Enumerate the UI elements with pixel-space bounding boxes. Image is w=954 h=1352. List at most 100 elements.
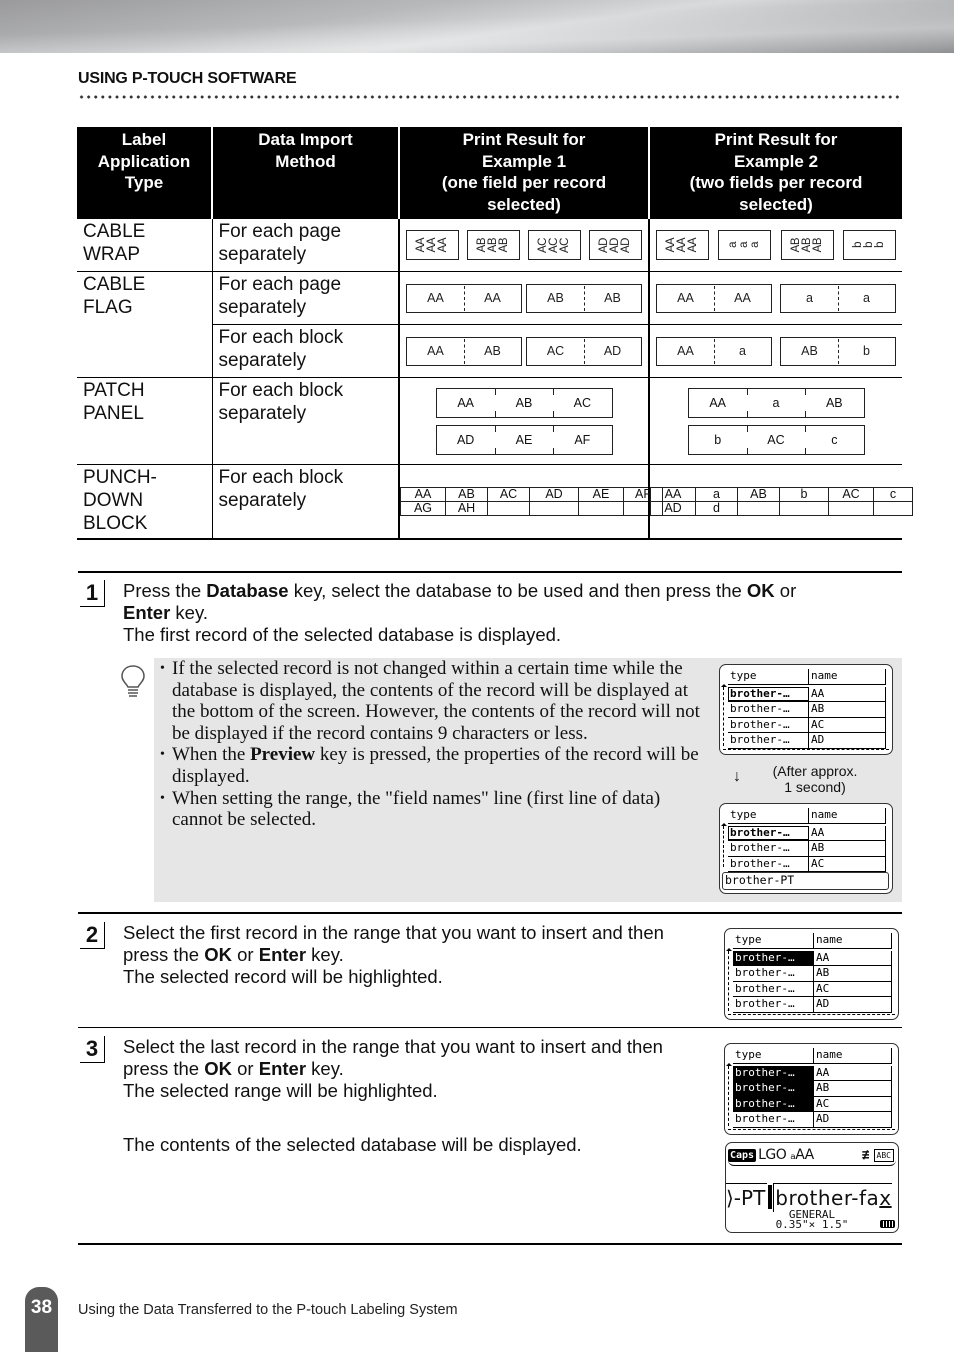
name-cell: AD <box>809 733 886 748</box>
label-cell: AC <box>828 487 874 502</box>
caps-indicator: Caps <box>728 1148 757 1162</box>
method-cell: For each block separately <box>211 324 399 378</box>
lcd-screen-database: type name brother-… AA brother-… AB brother-… A… <box>719 664 893 755</box>
text-run: key. <box>306 1058 344 1079</box>
text-line: separately <box>218 490 307 511</box>
lcd-record-row: brother-… AC <box>728 717 886 733</box>
text-run: press the <box>123 944 205 965</box>
text-line: CABLE <box>83 221 146 242</box>
cable-wrap-label: AC AC AC <box>528 230 581 260</box>
label-text: b <box>873 242 886 248</box>
step-number: 2 <box>80 922 105 949</box>
label-cell: d <box>695 501 738 516</box>
text-run: The first record of the selected databas… <box>123 624 562 645</box>
type-cell: brother-… <box>733 1065 814 1080</box>
label-text: AA <box>687 237 699 253</box>
key-name: Enter <box>123 602 171 623</box>
name-cell: AB <box>809 702 886 717</box>
label-cell: AG <box>400 501 446 516</box>
table-row: CABLE FLAG For each page separately AA AA AB… <box>77 271 902 378</box>
note-item: When the Preview key is pressed, the pro… <box>160 744 700 787</box>
column-header-example1: Print Result for Example 1 (one field per … <box>398 127 649 219</box>
label-cell <box>779 501 829 516</box>
cable-flag-label: AA AB <box>406 336 522 366</box>
key-name: OK <box>204 1058 232 1079</box>
label-text: AD <box>456 432 475 447</box>
lcd-record-row: brother-… AC <box>728 856 886 872</box>
lcd-field-names-row: type name <box>733 933 892 949</box>
fold-line <box>464 285 465 311</box>
name-cell: AB <box>814 966 892 981</box>
label-text: AA <box>677 343 694 358</box>
cable-wrap-label: aaa <box>718 230 772 260</box>
step-divider <box>78 912 902 914</box>
lcd-record-row: brother-… AA <box>733 950 892 966</box>
lcd-field-names-row: type name <box>728 669 886 685</box>
text-line: separately <box>218 403 307 424</box>
table-row: PUNCH- DOWN BLOCK For each block separately… <box>77 464 913 540</box>
example1-result: AA AA AB AB <box>398 271 649 325</box>
type-cell: brother-… <box>733 966 814 981</box>
example1-result: AA AA AA AB AB AB AC AC AC AD AD AD <box>398 219 649 272</box>
name-cell: AA <box>814 1065 892 1080</box>
tape-size-indicator: 0.35"× 1.5" <box>775 1218 849 1231</box>
text-cursor: x <box>879 1186 892 1210</box>
label-text: AB <box>801 343 818 358</box>
key-name: OK <box>746 580 775 601</box>
name-cell: name <box>814 1048 892 1063</box>
step-1-text: Press the Database key, select the datab… <box>123 580 893 646</box>
lcd-record-row: brother-… AC <box>733 1096 892 1112</box>
text-line: 1 second) <box>784 779 846 795</box>
type-cell: brother-… <box>733 1112 814 1127</box>
fold-line <box>714 285 715 311</box>
type-cell: CABLE WRAP <box>77 219 212 272</box>
text-line: Data Import <box>258 130 353 149</box>
text-line: (After approx. <box>772 763 858 779</box>
label-cell: AE <box>578 487 624 502</box>
text-run: key. <box>170 602 208 623</box>
text-line: separately <box>218 244 307 265</box>
name-cell: AA <box>809 825 886 840</box>
note-item: When setting the range, the "field names… <box>160 788 700 831</box>
label-text: AB <box>811 237 824 253</box>
cable-flag-label: AA AA <box>406 283 522 313</box>
type-cell: brother-… <box>728 841 809 856</box>
lcd-record-row: brother-… AB <box>728 841 886 857</box>
text-run: When setting the range, the "field names… <box>172 787 661 831</box>
fold-line <box>838 338 839 364</box>
key-name: Enter <box>258 1058 307 1079</box>
example2-result: AA a AB b AC c AD d <box>648 464 913 540</box>
font-mode-indicator: LGO ₐAA <box>758 1147 814 1163</box>
method-cell: For each page separately <box>211 219 399 272</box>
type-cell: brother-… <box>733 1081 814 1096</box>
cable-wrap-label: AB AB AB <box>467 230 520 260</box>
lcd-status-bar: Caps LGO ₐAA ≢ ABC <box>728 1145 896 1166</box>
lcd-record-row: brother-… AA <box>733 1065 892 1081</box>
label-cell: AA <box>400 487 446 502</box>
dotted-divider <box>78 94 902 100</box>
horizontal-scroll-indicator <box>723 749 889 750</box>
text-run: press the <box>123 1058 205 1079</box>
note-item: If the selected record is not changed wi… <box>160 658 700 744</box>
text-line: selected) <box>487 194 561 214</box>
cable-flag-label: aa <box>780 283 896 313</box>
label-text: AB <box>825 395 843 410</box>
lcd-screen-range-highlighted: type name brother-… AA brother-… AB brother-… A… <box>724 1043 899 1135</box>
text-line: Method <box>275 151 336 171</box>
note-list: If the selected record is not changed wi… <box>160 658 700 831</box>
label-text: AA <box>734 290 751 305</box>
type-cell: CABLE FLAG <box>77 271 212 378</box>
lcd-field-names-row: type name <box>728 808 886 824</box>
label-cell: AA <box>650 487 696 502</box>
label-cell <box>737 501 780 516</box>
cable-flag-label: AB AB <box>526 283 642 313</box>
lcd-field-names-row: type name <box>733 1048 892 1064</box>
text-line: DOWN <box>83 490 144 511</box>
step-divider <box>78 571 902 573</box>
type-cell: brother-… <box>733 981 814 996</box>
method-cell: For each block separately <box>211 377 399 465</box>
lightbulb-icon <box>121 665 145 697</box>
step-3-extra-text: The contents of the selected database wi… <box>123 1134 582 1155</box>
horizontal-scroll-indicator <box>728 1129 895 1130</box>
method-cell: For each block separately <box>211 464 399 540</box>
